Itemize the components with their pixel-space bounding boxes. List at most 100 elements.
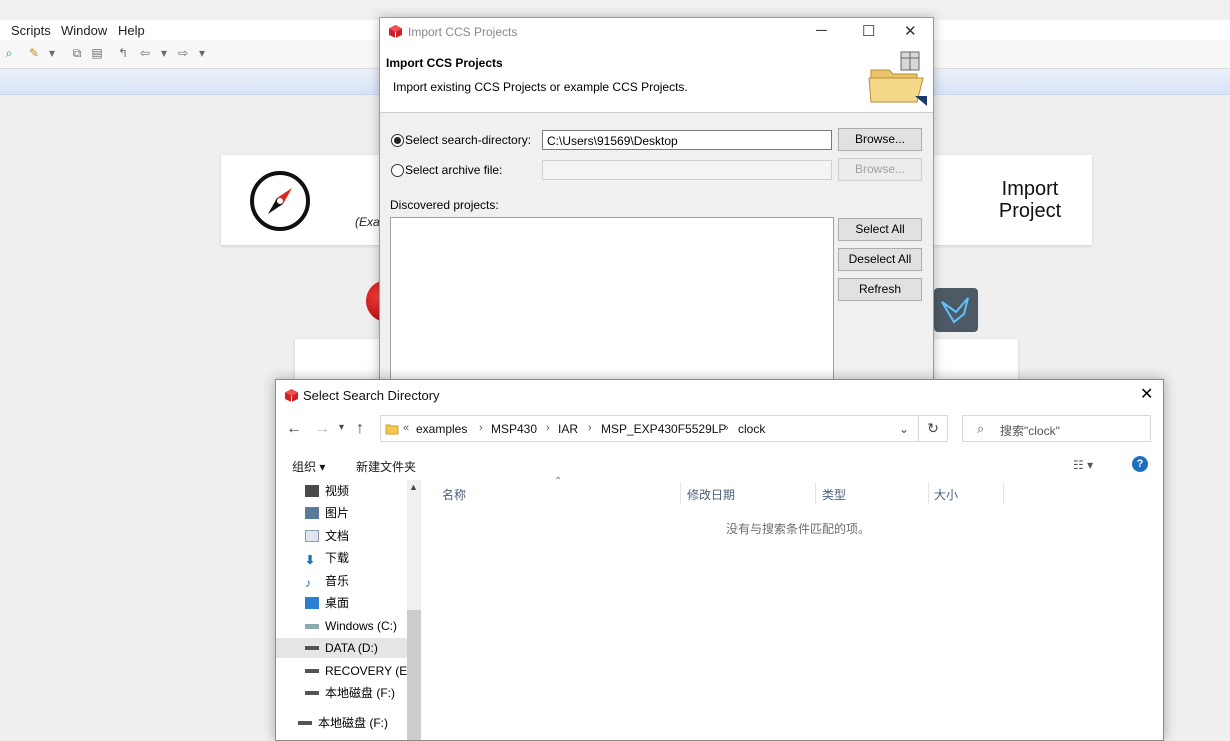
drive-icon [298,721,312,725]
breadcrumb-iar[interactable]: IAR [558,422,578,436]
download-icon: ⬇ [305,553,316,567]
column-divider[interactable] [680,482,681,504]
chevron-down-icon[interactable]: ⌄ [899,422,909,436]
select-directory-dialog: Select Search Directory ✕ ← → ▾ ↑ « exam… [275,379,1164,741]
back-icon[interactable]: ⇦ [138,46,152,60]
nav-item-label: Windows (C:) [325,619,398,633]
nav-item-drive-e[interactable]: RECOVERY (E:) [305,661,415,681]
view-options-icon[interactable]: ☷ ▾ [1073,458,1093,472]
drive-icon [305,624,319,629]
nav-item-desktop[interactable]: 桌面 [305,593,415,613]
organize-button[interactable]: 组织 ▾ [292,458,325,475]
close-icon[interactable]: ✕ [1140,384,1153,404]
nav-item-video[interactable]: 视频 [305,481,415,501]
nav-item-downloads[interactable]: ⬇ 下载 [305,548,415,568]
maximize-icon[interactable]: ☐ [862,22,875,40]
nav-item-drive-c[interactable]: Windows (C:) [305,616,415,636]
back-arrow-icon[interactable]: ← [286,420,302,438]
recent-locations-icon[interactable]: ▾ [339,422,344,433]
search-placeholder: 搜索"clock" [1000,424,1060,438]
search-directory-field[interactable]: C:\Users\91569\Desktop [542,130,832,150]
breadcrumb-separator[interactable]: › [546,422,550,434]
forward-menu-icon[interactable]: ▾ [195,46,209,60]
forward-icon[interactable]: ⇨ [176,46,190,60]
import-subheading: Import existing CCS Projects or example … [393,80,688,94]
minimize-icon[interactable]: ─ [816,22,827,39]
new-folder-button[interactable]: 新建文件夹 [356,458,416,475]
nav-item-drive-d[interactable]: DATA (D:) [276,638,407,658]
nav-item-label: DATA (D:) [325,641,378,655]
desktop-icon [305,597,319,609]
video-icon [305,485,319,497]
address-bar[interactable]: « examples › MSP430 › IAR › MSP_EXP430F5… [380,415,919,442]
documents-icon [305,530,319,542]
column-name[interactable]: 名称 [442,486,466,503]
ccs-cube-icon [388,24,403,42]
breadcrumb-board[interactable]: MSP_EXP430F5529LP [601,422,726,436]
breadcrumb-clock[interactable]: clock [738,422,765,436]
nav-item-label: 音乐 [325,574,350,588]
search-directory-label: Select search-directory: [405,133,532,147]
breadcrumb-examples[interactable]: examples [416,422,467,436]
breadcrumb-msp430[interactable]: MSP430 [491,422,537,436]
breadcrumb-separator[interactable]: › [479,422,483,434]
breadcrumb-separator[interactable]: › [588,422,592,434]
menu-scripts[interactable]: Scripts [11,23,51,38]
import-dialog-title: Import CCS Projects [408,25,518,39]
import-folder-icon [867,48,931,111]
nav-item-label: 下载 [325,551,350,565]
clipboard-icon[interactable]: ▤ [90,46,104,60]
wand-icon[interactable]: ✎ [27,46,41,60]
help-icon[interactable]: ? [1132,456,1148,472]
up-arrow-icon[interactable]: ↑ [356,420,364,438]
archive-file-radio[interactable] [391,164,404,177]
drive-icon [305,691,319,695]
search-input[interactable]: ⌕ 搜索"clock" [962,415,1151,442]
import-header: Import CCS Projects Import existing CCS … [380,46,933,113]
column-divider[interactable] [815,482,816,504]
nav-scrollbar-thumb[interactable] [407,610,421,740]
copy-icon[interactable]: ⧉ [70,46,84,60]
chevron-down-icon[interactable]: ▾ [45,46,59,60]
select-all-button[interactable]: Select All [838,218,922,241]
nav-item-music[interactable]: ♪ 音乐 [305,571,415,591]
nav-item-documents[interactable]: 文档 [305,526,415,546]
import-ccs-dialog: Import CCS Projects ─ ☐ ✕ Import CCS Pro… [379,17,934,399]
search-icon: ⌕ [977,421,985,436]
nav-item-label: 图片 [325,506,350,520]
nav-item-pictures[interactable]: 图片 [305,503,415,523]
forward-arrow-icon: → [314,420,330,437]
archive-file-label: Select archive file: [405,163,503,177]
search-directory-radio[interactable] [391,134,404,147]
nav-item-drive-f[interactable]: 本地磁盘 (F:) [305,683,415,703]
refresh-icon[interactable]: ↻ [919,415,948,442]
column-divider[interactable] [928,482,929,504]
command-bar: 组织 ▾ 新建文件夹 ☷ ▾ [276,450,1163,480]
nav-item-drive-f-2[interactable]: 本地磁盘 (F:) [298,713,408,733]
menu-help[interactable]: Help [118,23,145,38]
column-date[interactable]: 修改日期 [687,486,735,503]
scroll-up-icon[interactable]: ▲ [409,482,418,492]
search-icon[interactable]: ⌕ [2,46,16,60]
column-size[interactable]: 大小 [934,486,958,503]
discovered-projects-list[interactable] [390,217,834,399]
column-divider[interactable] [1003,482,1004,504]
menu-window[interactable]: Window [61,23,107,38]
breadcrumb-overflow[interactable]: « [403,422,409,434]
nav-item-label: 本地磁盘 (F:) [325,686,395,700]
import-project-label[interactable]: Import Project [980,178,1080,222]
column-type[interactable]: 类型 [822,486,846,503]
bird-icon [934,288,978,332]
nav-item-label: 文档 [325,529,350,543]
lower-card-left [295,339,380,384]
refresh-button[interactable]: Refresh [838,278,922,301]
close-icon[interactable]: ✕ [904,22,917,40]
back-menu-icon[interactable]: ▾ [157,46,171,60]
drive-icon [305,669,319,673]
last-edit-icon[interactable]: ↰ [116,46,130,60]
import-title-bar: Import CCS Projects ─ ☐ ✕ [380,18,933,46]
breadcrumb-separator[interactable]: › [725,422,729,434]
browse-directory-button[interactable]: Browse... [838,128,922,151]
compass-icon [248,170,312,234]
deselect-all-button[interactable]: Deselect All [838,248,922,271]
